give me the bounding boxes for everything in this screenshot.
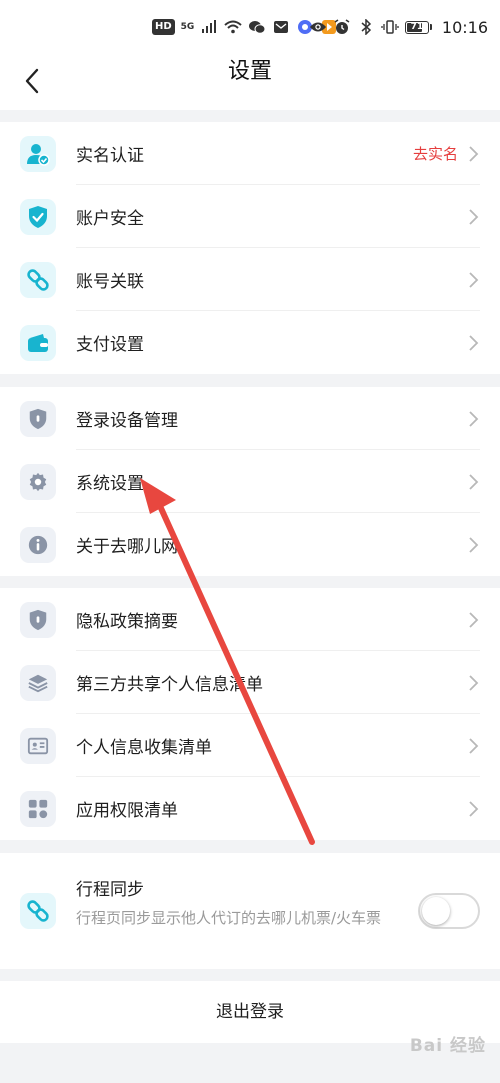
chevron-right-icon bbox=[469, 146, 479, 162]
watermark: Bai 经验 bbox=[409, 1036, 486, 1056]
row-label: 登录设备管理 bbox=[76, 411, 178, 431]
layers-icon bbox=[20, 665, 56, 701]
row-login-devices[interactable]: 登录设备管理 bbox=[0, 387, 500, 450]
status-bar: HD 5G 71 10:16 bbox=[0, 0, 500, 52]
row-label: 账号关联 bbox=[76, 272, 144, 292]
privacy-group: 隐私政策摘要 第三方共享个人信息清单 个人信息收集清单 应用权限清单 bbox=[0, 588, 500, 840]
verify-link[interactable]: 去实名 bbox=[413, 143, 458, 164]
link-icon bbox=[20, 893, 56, 929]
hd-badge: HD bbox=[152, 19, 175, 35]
gear-icon bbox=[20, 464, 56, 500]
wallet-icon bbox=[20, 325, 56, 361]
link-icon bbox=[20, 262, 56, 298]
id-user-check-icon bbox=[20, 136, 56, 172]
mail-icon bbox=[272, 19, 290, 35]
clock: 10:16 bbox=[441, 17, 488, 37]
id-card-icon bbox=[20, 728, 56, 764]
nav-bar: 设置 bbox=[0, 52, 500, 110]
row-privacy-summary[interactable]: 隐私政策摘要 bbox=[0, 588, 500, 651]
chevron-right-icon bbox=[469, 272, 479, 288]
shield-icon bbox=[20, 401, 56, 437]
chevron-right-icon bbox=[469, 738, 479, 754]
chevron-right-icon bbox=[469, 335, 479, 351]
row-account-link[interactable]: 账号关联 bbox=[0, 248, 500, 311]
chevron-right-icon bbox=[469, 675, 479, 691]
trip-sync-title: 行程同步 bbox=[76, 880, 144, 900]
chevron-right-icon bbox=[469, 801, 479, 817]
row-label: 应用权限清单 bbox=[76, 801, 178, 821]
wifi-icon bbox=[224, 19, 242, 35]
battery-level: 71 bbox=[410, 21, 424, 32]
shield-icon bbox=[20, 602, 56, 638]
info-icon bbox=[20, 527, 56, 563]
shield-check-icon bbox=[20, 199, 56, 235]
row-account-security[interactable]: 账户安全 bbox=[0, 185, 500, 248]
trip-sync-group: 行程同步 行程页同步显示他人代订的去哪儿机票/火车票 bbox=[0, 853, 500, 969]
battery-icon: 71 bbox=[404, 20, 432, 34]
row-label: 关于去哪儿网 bbox=[76, 537, 178, 557]
row-trip-sync: 行程同步 行程页同步显示他人代订的去哪儿机票/火车票 bbox=[0, 853, 500, 969]
wechat-icon bbox=[248, 19, 266, 35]
eye-icon bbox=[309, 19, 327, 35]
signal-icon bbox=[200, 19, 218, 35]
row-label: 实名认证 bbox=[76, 146, 144, 166]
row-label: 隐私政策摘要 bbox=[76, 612, 178, 632]
chevron-right-icon bbox=[469, 209, 479, 225]
row-payment-settings[interactable]: 支付设置 bbox=[0, 311, 500, 374]
alarm-icon bbox=[333, 19, 351, 35]
chevron-right-icon bbox=[469, 537, 479, 553]
row-label: 个人信息收集清单 bbox=[76, 738, 212, 758]
row-third-party-sharing[interactable]: 第三方共享个人信息清单 bbox=[0, 651, 500, 714]
row-label: 系统设置 bbox=[76, 474, 144, 494]
row-about[interactable]: 关于去哪儿网 bbox=[0, 513, 500, 576]
trip-sync-description: 行程页同步显示他人代订的去哪儿机票/火车票 bbox=[76, 909, 382, 927]
row-label: 账户安全 bbox=[76, 209, 144, 229]
row-system-settings[interactable]: 系统设置 bbox=[0, 450, 500, 513]
chevron-right-icon bbox=[469, 612, 479, 628]
row-label: 第三方共享个人信息清单 bbox=[76, 675, 263, 695]
status-bar-right: 71 10:16 bbox=[309, 16, 488, 38]
bluetooth-icon bbox=[357, 19, 375, 35]
vibrate-icon bbox=[381, 19, 399, 35]
chevron-right-icon bbox=[469, 474, 479, 490]
grid-icon bbox=[20, 791, 56, 827]
row-app-permissions[interactable]: 应用权限清单 bbox=[0, 777, 500, 840]
row-label: 支付设置 bbox=[76, 335, 144, 355]
page-title: 设置 bbox=[227, 59, 272, 84]
trip-sync-toggle[interactable] bbox=[418, 893, 480, 929]
row-real-name[interactable]: 实名认证 去实名 bbox=[0, 122, 500, 185]
net-label: 5G bbox=[180, 22, 195, 32]
account-settings-group: 实名认证 去实名 账户安全 账号关联 支付设置 bbox=[0, 122, 500, 374]
system-group: 登录设备管理 系统设置 关于去哪儿网 bbox=[0, 387, 500, 576]
toggle-knob bbox=[422, 897, 450, 925]
chevron-right-icon bbox=[469, 411, 479, 427]
row-info-collection[interactable]: 个人信息收集清单 bbox=[0, 714, 500, 777]
